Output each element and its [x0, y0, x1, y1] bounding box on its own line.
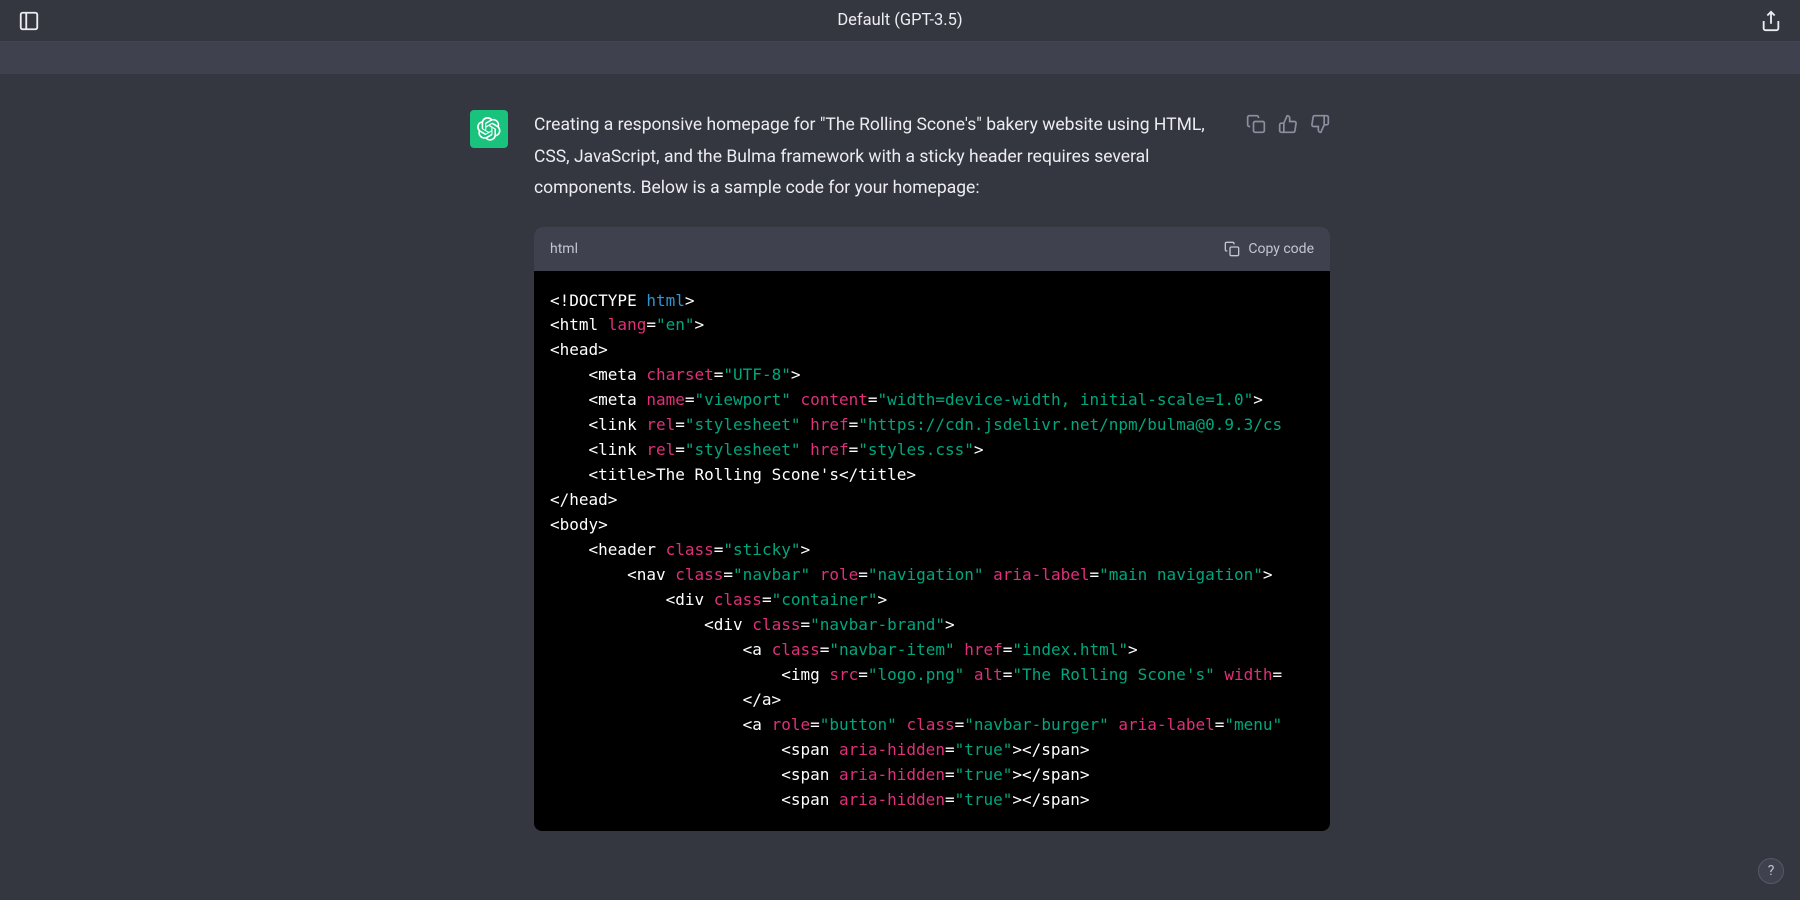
thumbs-down-icon[interactable]	[1310, 114, 1330, 134]
assistant-avatar-icon	[470, 110, 508, 148]
copy-icon[interactable]	[1246, 114, 1266, 134]
code-lang: html	[550, 241, 578, 257]
assistant-message: Creating a responsive homepage for "The …	[470, 110, 1330, 831]
copy-code-button[interactable]: Copy code	[1224, 241, 1314, 257]
copy-code-label: Copy code	[1248, 241, 1314, 257]
message-actions	[1246, 114, 1330, 134]
app-header: Default (GPT-3.5)	[0, 0, 1800, 42]
code-block: html Copy code <!DOCTYPE html> <html lan…	[534, 227, 1330, 831]
message-text: Creating a responsive homepage for "The …	[534, 110, 1230, 205]
message-body: Creating a responsive homepage for "The …	[534, 110, 1330, 831]
code-content: <!DOCTYPE html> <html lang="en"> <head> …	[534, 271, 1330, 831]
sidebar-toggle-icon[interactable]	[18, 10, 40, 32]
share-icon[interactable]	[1760, 10, 1782, 32]
chat-content: Creating a responsive homepage for "The …	[0, 74, 1800, 831]
help-button[interactable]: ?	[1758, 858, 1784, 884]
thumbs-up-icon[interactable]	[1278, 114, 1298, 134]
model-title: Default (GPT-3.5)	[837, 11, 962, 30]
subheader	[0, 42, 1800, 74]
code-header: html Copy code	[534, 227, 1330, 271]
